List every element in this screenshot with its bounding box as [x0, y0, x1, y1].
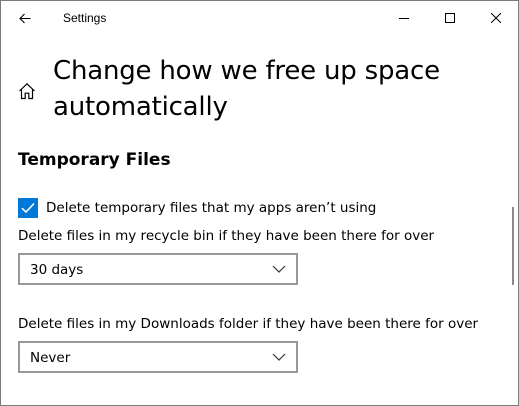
maximize-icon [445, 13, 455, 23]
delete-temp-files-checkbox[interactable] [18, 198, 38, 218]
downloads-selected-value: Never [30, 350, 71, 366]
recycle-bin-dropdown[interactable]: 30 days [18, 253, 298, 285]
section-heading-temporary-files: Temporary Files [18, 150, 171, 170]
minimize-button[interactable] [381, 1, 427, 35]
recycle-bin-selected-value: 30 days [30, 262, 84, 278]
downloads-label: Delete files in my Downloads folder if t… [18, 316, 479, 332]
recycle-bin-label: Delete files in my recycle bin if they h… [18, 228, 435, 244]
close-icon [491, 13, 501, 23]
close-button[interactable] [473, 1, 518, 35]
scrollbar[interactable] [512, 207, 514, 285]
home-button[interactable] [17, 81, 37, 101]
settings-window: Settings Change how we free up space aut… [0, 0, 519, 406]
home-icon [19, 82, 35, 100]
delete-temp-files-label: Delete temporary files that my apps aren… [46, 200, 377, 216]
checkmark-icon [21, 202, 35, 214]
window-title: Settings [63, 11, 107, 25]
back-arrow-icon [19, 13, 31, 23]
delete-temp-files-checkbox-row[interactable]: Delete temporary files that my apps aren… [18, 197, 376, 219]
maximize-button[interactable] [427, 1, 473, 35]
minimize-icon [399, 18, 409, 19]
chevron-down-icon [272, 353, 286, 361]
back-button[interactable] [7, 3, 43, 33]
chevron-down-icon [272, 265, 286, 273]
page-title: Change how we free up space automaticall… [53, 56, 440, 122]
downloads-dropdown[interactable]: Never [18, 341, 298, 373]
title-bar: Settings [1, 1, 518, 35]
